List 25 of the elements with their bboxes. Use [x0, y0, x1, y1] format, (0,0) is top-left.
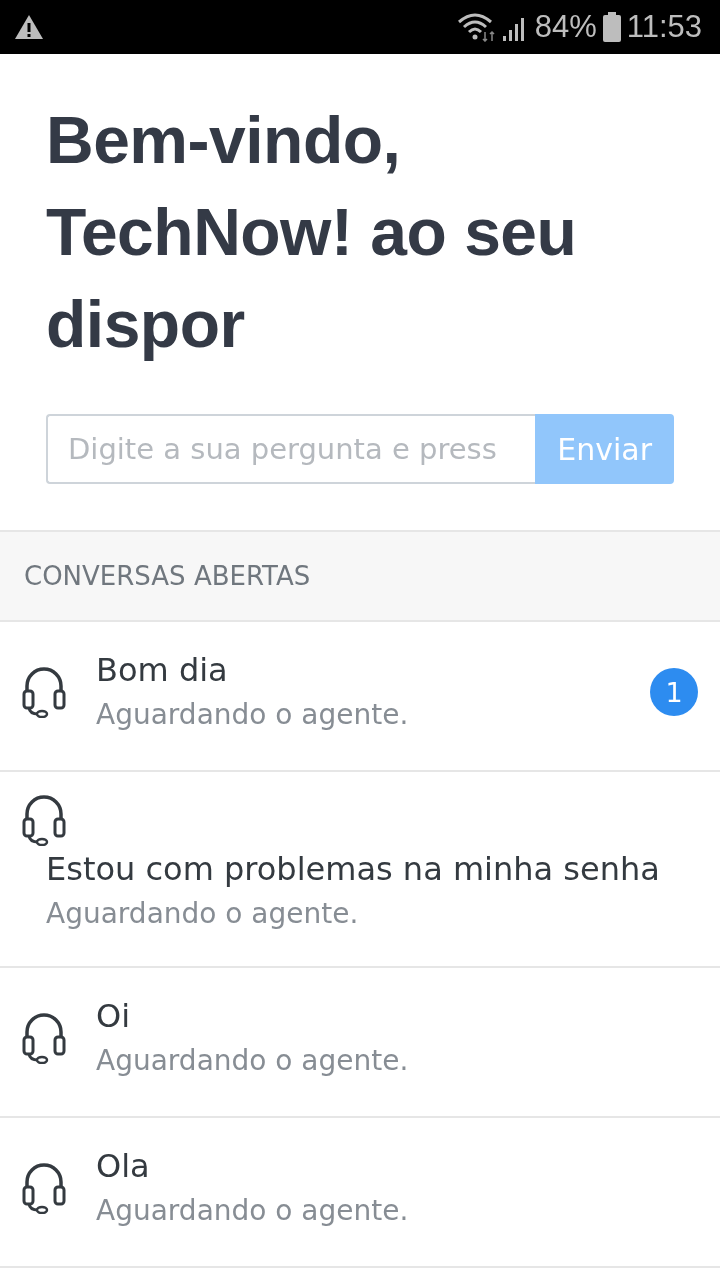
- headset-icon: [22, 1162, 66, 1214]
- conversation-status: Aguardando o agente.: [96, 1193, 410, 1229]
- question-field[interactable]: Digite a sua pergunta e press: [46, 414, 536, 484]
- headset-icon: [22, 794, 66, 846]
- conversation-status: Aguardando o agente.: [96, 1043, 410, 1079]
- conversation-item[interactable]: Oi Aguardando o agente.: [0, 968, 720, 1118]
- battery-icon: [602, 12, 621, 42]
- conversation-title: Estou com problemas na minha senha: [46, 849, 661, 890]
- conversation-item[interactable]: Ola Aguardando o agente.: [0, 1118, 720, 1268]
- headset-icon: [22, 1012, 66, 1064]
- conversation-status: Aguardando o agente.: [96, 697, 410, 733]
- conversation-status: Aguardando o agente.: [46, 896, 360, 932]
- welcome-heading: Bem-vindo, TechNow! ao seu dispor: [46, 102, 578, 363]
- battery-percentage: 84%: [534, 9, 597, 45]
- headset-icon: [22, 666, 66, 718]
- conversation-item[interactable]: Estou com problemas na minha senha Aguardando o agente.: [0, 772, 720, 968]
- section-title: CONVERSAS ABERTAS: [24, 561, 311, 591]
- conversation-title: Oi: [96, 996, 132, 1037]
- conversation-title: Ola: [96, 1146, 151, 1187]
- conversation-item[interactable]: Bom dia Aguardando o agente. 1: [0, 622, 720, 772]
- wifi-icon: [456, 12, 497, 42]
- warning-icon: [14, 14, 44, 40]
- unread-badge: 1: [650, 668, 698, 716]
- conversation-title: Bom dia: [96, 650, 229, 691]
- clock-time: 11:53: [626, 9, 702, 45]
